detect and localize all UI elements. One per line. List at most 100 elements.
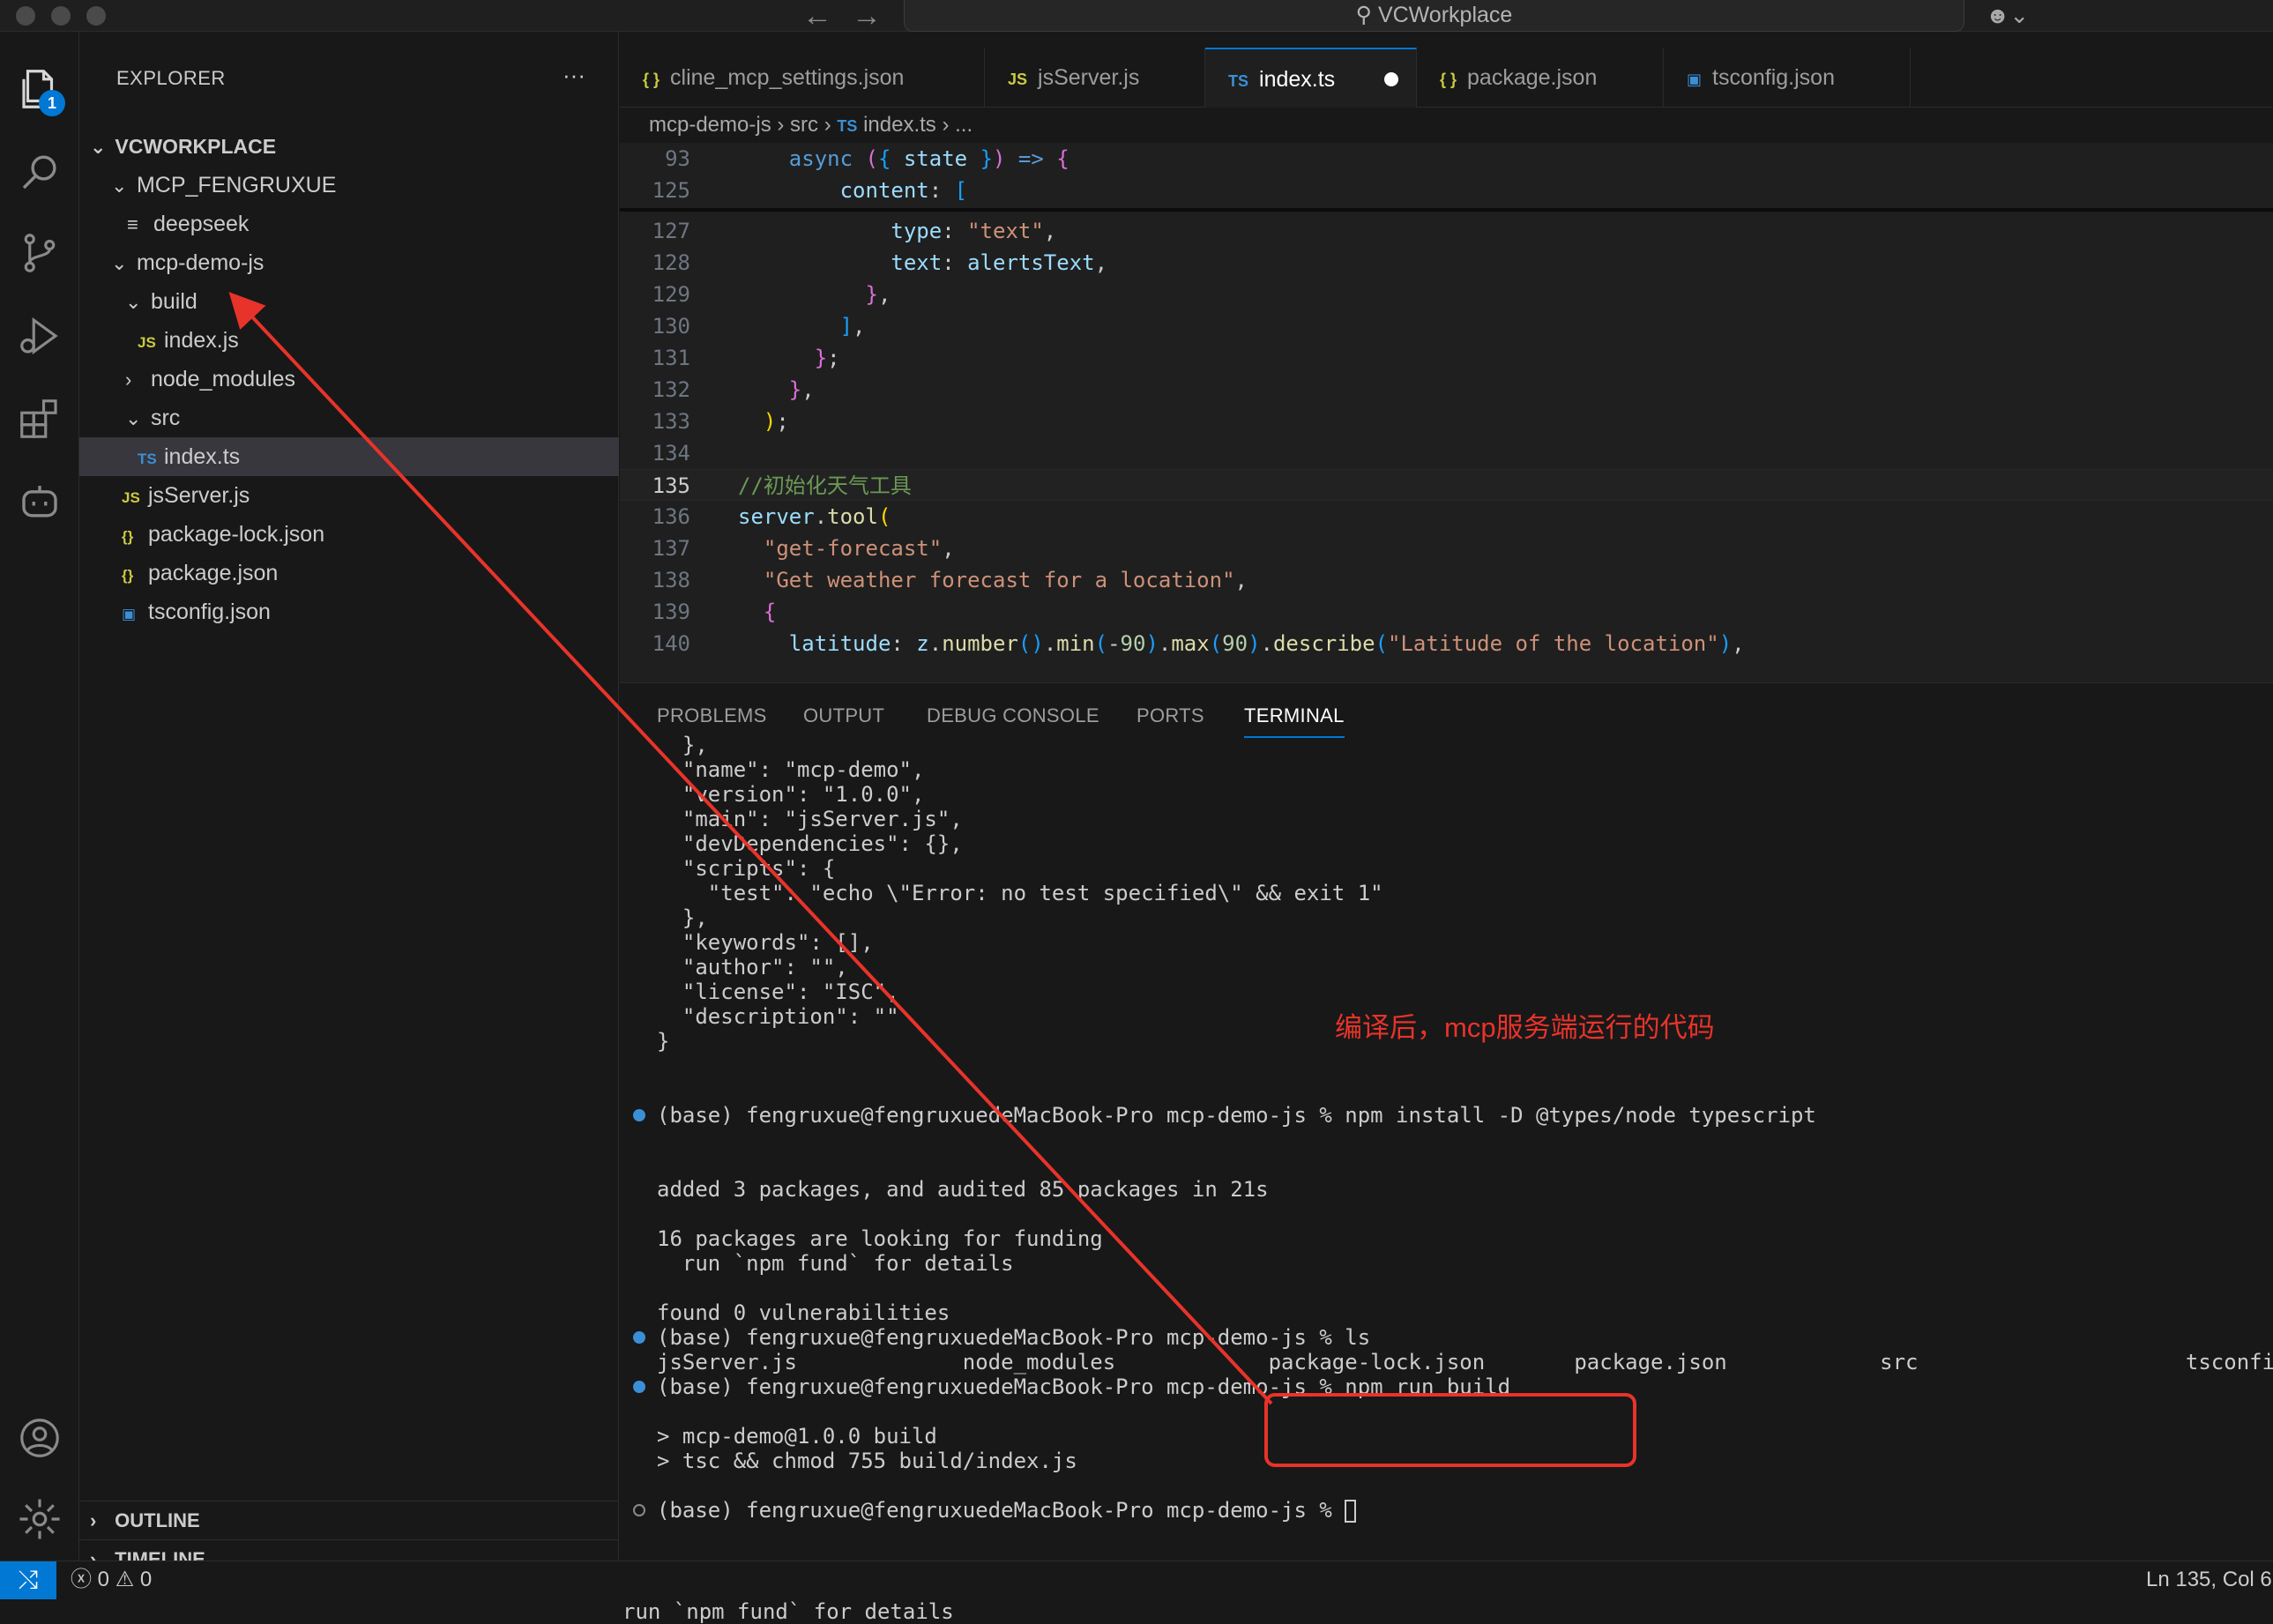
code-line[interactable]: 131 }; [620, 342, 2273, 374]
tree-file-jsserver-js[interactable]: JS jsServer.js [79, 476, 619, 515]
cursor-position[interactable]: Ln 135, Col 6 [2146, 1561, 2272, 1598]
code-line[interactable]: 130 ], [620, 310, 2273, 342]
run-debug-icon[interactable] [16, 312, 63, 360]
panel-tab-ports[interactable]: PORTS [1136, 704, 1204, 727]
window-minimize-button[interactable] [51, 6, 71, 26]
tree-file-package-lock-json[interactable]: {} package-lock.json [79, 515, 619, 554]
code-text: type: "text", [891, 219, 1057, 243]
terminal-text: (base) fengruxue@fengruxuedeMacBook-Pro … [657, 1498, 1345, 1523]
bottom-panel: PROBLEMS OUTPUT DEBUG CONSOLE PORTS TERM… [620, 682, 2273, 1561]
panel-tab-terminal[interactable]: TERMINAL [1244, 704, 1345, 738]
tab-tsconfig-json[interactable]: ▣ tsconfig.json [1664, 48, 1911, 108]
command-success-dot-icon[interactable] [633, 1331, 645, 1344]
tree-folder-build[interactable]: ⌄ build [79, 282, 619, 321]
tree-folder-node-modules[interactable]: › node_modules [79, 360, 619, 399]
code-line[interactable]: 136 server.tool( [620, 501, 2273, 533]
json-file-icon: {} [122, 528, 134, 545]
back-arrow-icon[interactable]: ← [802, 0, 832, 32]
unsaved-dot-icon[interactable] [1384, 72, 1398, 86]
terminal-line: found 0 vulnerabilities [657, 1300, 950, 1325]
panel-tab-problems[interactable]: PROBLEMS [657, 704, 767, 727]
code-text: text: alertsText, [891, 250, 1108, 275]
code-line[interactable]: 140 latitude: z.number().min(-90).max(90… [620, 628, 2273, 659]
tree-folder-src[interactable]: ⌄ src [79, 399, 619, 437]
tree-label: build [150, 289, 197, 314]
terminal-line: 16 packages are looking for funding [657, 1226, 1103, 1251]
tree-label: package.json [148, 561, 279, 585]
remote-indicator-icon[interactable]: ⤭ [0, 1561, 56, 1600]
json-file-icon: { } [643, 71, 660, 88]
tree-folder-mcp-fengruxue[interactable]: ⌄ MCP_FENGRUXUE [79, 166, 619, 205]
tab-package-json[interactable]: { } package.json [1417, 48, 1664, 108]
tree-file-deepseek[interactable]: ≡ deepseek [79, 205, 619, 243]
command-pending-dot-icon[interactable] [633, 1504, 645, 1516]
tab-jsserver-js[interactable]: JS jsServer.js [985, 48, 1205, 108]
code-text: }; [814, 346, 840, 370]
command-success-dot-icon[interactable] [633, 1381, 645, 1393]
copilot-chat-icon[interactable] [16, 478, 63, 525]
outline-section[interactable]: › OUTLINE [79, 1501, 619, 1539]
breadcrumb-folder[interactable]: mcp-demo-js [649, 113, 771, 137]
tree-file-package-json[interactable]: {} package.json [79, 554, 619, 592]
tab-label: package.json [1467, 65, 1598, 90]
copilot-icon[interactable]: ☻⌄ [1986, 2, 2029, 29]
terminal-text: "devDependencies": {}, [657, 831, 963, 856]
tree-folder-mcp-demo-js[interactable]: ⌄ mcp-demo-js [79, 243, 619, 282]
terminal-line: run `npm fund` for details [657, 1251, 1014, 1276]
tree-file-src-index-ts[interactable]: TS index.ts [79, 437, 619, 476]
command-success-dot-icon[interactable] [633, 1109, 645, 1121]
code-line[interactable]: 129 }, [620, 279, 2273, 310]
code-line[interactable]: 139 { [620, 596, 2273, 628]
code-line[interactable]: 138 "Get weather forecast for a location… [620, 564, 2273, 596]
code-line[interactable]: 132 }, [620, 374, 2273, 406]
editor-tab-bar: { } cline_mcp_settings.json JS jsServer.js… [620, 48, 2273, 108]
tab-cline-mcp-settings[interactable]: { } cline_mcp_settings.json [620, 48, 985, 108]
line-number: 93 [665, 146, 690, 171]
forward-arrow-icon[interactable]: → [852, 0, 882, 32]
line-number: 133 [652, 409, 690, 434]
window-close-button[interactable] [16, 6, 35, 26]
terminal-text: (base) fengruxue@fengruxuedeMacBook-Pro … [657, 1325, 1371, 1350]
typescript-file-icon: TS [837, 117, 858, 135]
code-line[interactable]: 135 //初始化天气工具 [620, 469, 2273, 501]
code-line[interactable]: 93 async ({ state }) => { [620, 143, 2273, 175]
code-text: content: [ [738, 178, 968, 203]
terminal-text: run `npm fund` for details [657, 1251, 1014, 1276]
breadcrumb-file[interactable]: index.ts [863, 113, 936, 137]
code-editor[interactable]: 93 async ({ state }) => {125 content: [ 1… [620, 143, 2273, 682]
tab-index-ts[interactable]: TS index.ts [1205, 48, 1417, 108]
breadcrumb-separator: › [823, 113, 831, 137]
javascript-file-icon: JS [138, 334, 156, 351]
terminal-text: } [657, 1029, 670, 1054]
tree-file-tsconfig-json[interactable]: ▣ tsconfig.json [79, 592, 619, 631]
panel-tab-debug-console[interactable]: DEBUG CONSOLE [927, 704, 1099, 727]
command-center-search[interactable]: ⚲ VCWorkplace [904, 0, 1964, 32]
workspace-root[interactable]: ⌄ VCWORKPLACE [79, 127, 619, 166]
window-zoom-button[interactable] [86, 6, 106, 26]
tab-label: cline_mcp_settings.json [670, 65, 905, 90]
more-actions-icon[interactable]: ··· [563, 62, 585, 89]
breadcrumb-symbol[interactable]: ... [955, 113, 973, 137]
code-line[interactable]: 127 type: "text", [620, 215, 2273, 247]
code-line[interactable]: 134 [620, 437, 2273, 469]
settings-gear-icon[interactable] [16, 1495, 63, 1543]
code-line[interactable]: 137 "get-forecast", [620, 533, 2273, 564]
accounts-icon[interactable] [16, 1414, 63, 1462]
code-line[interactable]: 125 content: [ [620, 175, 2273, 206]
search-icon[interactable] [16, 148, 63, 196]
extensions-icon[interactable] [16, 395, 63, 443]
code-text: ], [839, 314, 866, 339]
tree-file-build-index-js[interactable]: JS index.js [79, 321, 619, 360]
search-text: VCWorkplace [1377, 3, 1513, 27]
panel-tab-output[interactable]: OUTPUT [803, 704, 884, 727]
problems-status[interactable]: ⓧ 0 ⚠ 0 [71, 1561, 152, 1598]
chevron-right-icon: › [125, 369, 132, 391]
code-line[interactable]: 128 text: alertsText, [620, 247, 2273, 279]
breadcrumb-src[interactable]: src [790, 113, 818, 137]
explorer-sidebar: EXPLORER ··· ⌄ VCWORKPLACE ⌄ MCP_FENGRUX… [79, 32, 619, 1570]
code-text: }, [788, 377, 815, 402]
code-line[interactable]: 133 ); [620, 406, 2273, 437]
line-number: 132 [652, 377, 690, 402]
source-control-icon[interactable] [16, 229, 63, 277]
chevron-down-icon: ⌄ [90, 136, 107, 158]
